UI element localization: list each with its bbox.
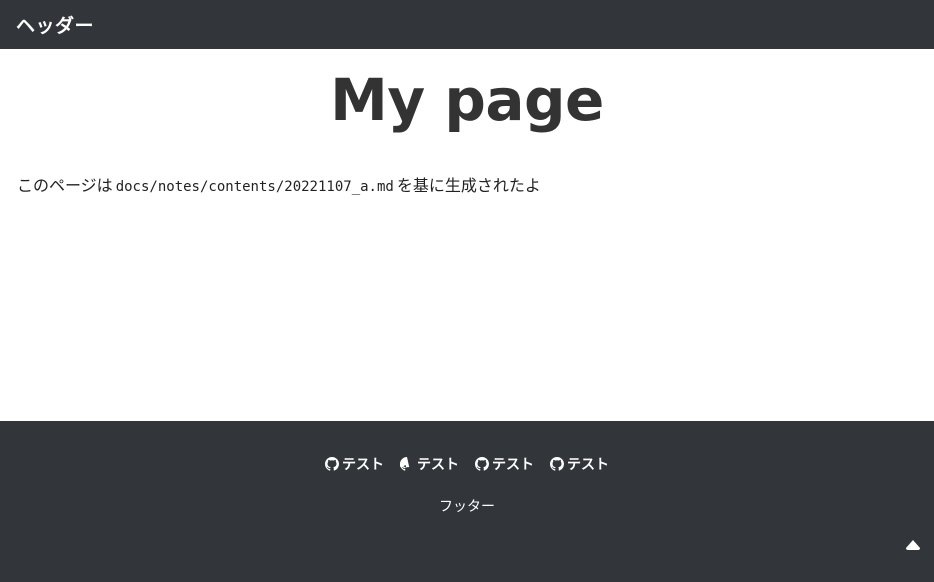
footer-text: フッター (439, 499, 495, 515)
footer-link-label: テスト (492, 457, 534, 473)
header-title: ヘッダー (16, 15, 95, 37)
footer-link-2[interactable]: テスト (400, 454, 459, 474)
footer-link-3[interactable]: テスト (475, 454, 534, 474)
footer-link-label: テスト (567, 457, 609, 473)
github-icon (550, 457, 564, 471)
footer-links: テスト テスト テスト テスト (0, 421, 934, 474)
footer: テスト テスト テスト テスト フッター (0, 421, 934, 582)
body-text-after: を基に生成されたよ (396, 176, 541, 195)
github-icon (325, 457, 339, 471)
footer-link-label: テスト (342, 457, 384, 473)
github-icon (400, 457, 410, 471)
body-paragraph: このページは docs/notes/contents/20221107_a.md を… (17, 133, 917, 198)
github-icon (475, 457, 489, 471)
main-content: My page このページは docs/notes/contents/202211… (0, 49, 934, 421)
page-title: My page (330, 66, 604, 134)
header: ヘッダー (0, 0, 934, 49)
triangle-up-icon[interactable] (906, 540, 920, 550)
source-path: docs/notes/contents/20221107_a.md (115, 179, 394, 195)
footer-link-4[interactable]: テスト (550, 454, 609, 474)
footer-link-label: テスト (417, 457, 459, 473)
footer-link-1[interactable]: テスト (325, 454, 384, 474)
body-text-before: このページは (17, 176, 113, 195)
